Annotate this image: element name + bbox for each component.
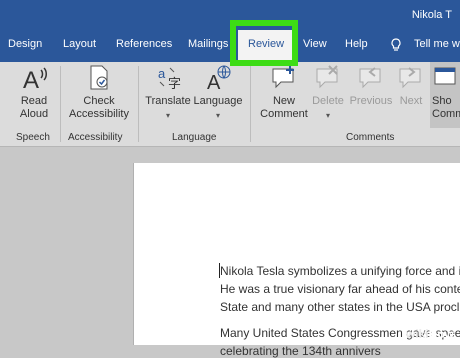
group-label-comments: Comments xyxy=(346,132,395,143)
language-icon: A xyxy=(207,65,231,92)
tab-design[interactable]: Design xyxy=(8,38,42,50)
separator xyxy=(138,66,139,142)
document-line-1: Nikola Tesla symbolizes a unifying force… xyxy=(220,264,460,278)
next-comment-icon xyxy=(399,67,421,89)
separator xyxy=(250,66,251,142)
delete-comment-icon xyxy=(316,65,338,89)
next-comment-label: Next xyxy=(399,95,423,107)
new-comment-icon xyxy=(272,66,294,89)
new-comment-button[interactable]: New Comment xyxy=(258,64,310,121)
svg-text:A: A xyxy=(23,67,39,92)
watermark-how: How xyxy=(428,327,454,341)
tab-layout[interactable]: Layout xyxy=(63,38,96,50)
chevron-down-icon: ▾ xyxy=(215,111,220,120)
svg-text:a: a xyxy=(158,66,166,81)
user-name: Nikola T xyxy=(411,9,452,21)
lightbulb-icon xyxy=(390,38,402,55)
next-comment-button[interactable]: Next xyxy=(396,64,426,108)
group-label-language: Language xyxy=(172,132,217,143)
language-button[interactable]: A Language ▾ xyxy=(193,64,243,122)
group-label-speech: Speech xyxy=(16,132,50,143)
check-accessibility-button[interactable]: Check Accessibility xyxy=(66,64,132,121)
show-comments-label-2: Comm xyxy=(432,108,460,120)
tab-help[interactable]: Help xyxy=(345,38,368,50)
previous-comment-label: Previous xyxy=(349,95,393,107)
document-line-5: celebrating the 134th annivers xyxy=(220,344,381,358)
document-page[interactable]: Nikola Tesla symbolizes a unifying force… xyxy=(133,163,460,358)
translate-icon: a 字 xyxy=(158,66,181,91)
group-label-accessibility: Accessibility xyxy=(68,132,123,143)
read-aloud-label-2: Aloud xyxy=(19,108,49,120)
translate-label: Translate xyxy=(145,95,191,107)
read-aloud-label-1: Read xyxy=(20,95,48,107)
svg-text:字: 字 xyxy=(168,76,181,91)
language-label: Language xyxy=(193,95,243,107)
show-comments-label-1: Sho xyxy=(432,95,452,107)
translate-button[interactable]: a 字 Translate ▾ xyxy=(145,64,191,122)
check-accessibility-icon xyxy=(90,65,108,90)
document-line-3: State and many other states in the USA p… xyxy=(220,300,460,314)
previous-comment-button[interactable]: Previous xyxy=(346,64,396,108)
watermark: wikiHow xyxy=(406,327,454,341)
tab-references[interactable]: References xyxy=(116,38,172,50)
check-accessibility-label-2: Accessibility xyxy=(69,108,129,120)
document-line-2: He was a true visionary far ahead of his… xyxy=(220,282,460,296)
tab-mailings[interactable]: Mailings xyxy=(188,38,228,50)
read-aloud-button[interactable]: A Read Aloud xyxy=(14,64,54,121)
new-comment-label-1: New xyxy=(272,95,295,107)
separator xyxy=(60,66,61,142)
tab-view[interactable]: View xyxy=(303,38,327,50)
review-tab-highlight xyxy=(230,20,298,66)
watermark-wiki: wiki xyxy=(405,327,429,341)
delete-comment-button[interactable]: Delete ▾ xyxy=(310,64,346,122)
read-aloud-icon: A xyxy=(23,67,47,92)
show-comments-icon xyxy=(434,67,456,85)
delete-comment-label: Delete xyxy=(312,95,344,107)
chevron-down-icon: ▾ xyxy=(325,111,330,120)
show-comments-button[interactable]: Sho Comm xyxy=(430,62,460,128)
document-area: Nikola Tesla symbolizes a unifying force… xyxy=(0,147,460,358)
previous-comment-icon xyxy=(359,67,381,89)
new-comment-label-2: Comment xyxy=(260,108,308,120)
ribbon: A Read Aloud Speech Check Accessibility … xyxy=(0,62,460,147)
chevron-down-icon: ▾ xyxy=(165,111,170,120)
tell-me-search[interactable]: Tell me w xyxy=(414,38,460,50)
check-accessibility-label-1: Check xyxy=(83,95,115,107)
